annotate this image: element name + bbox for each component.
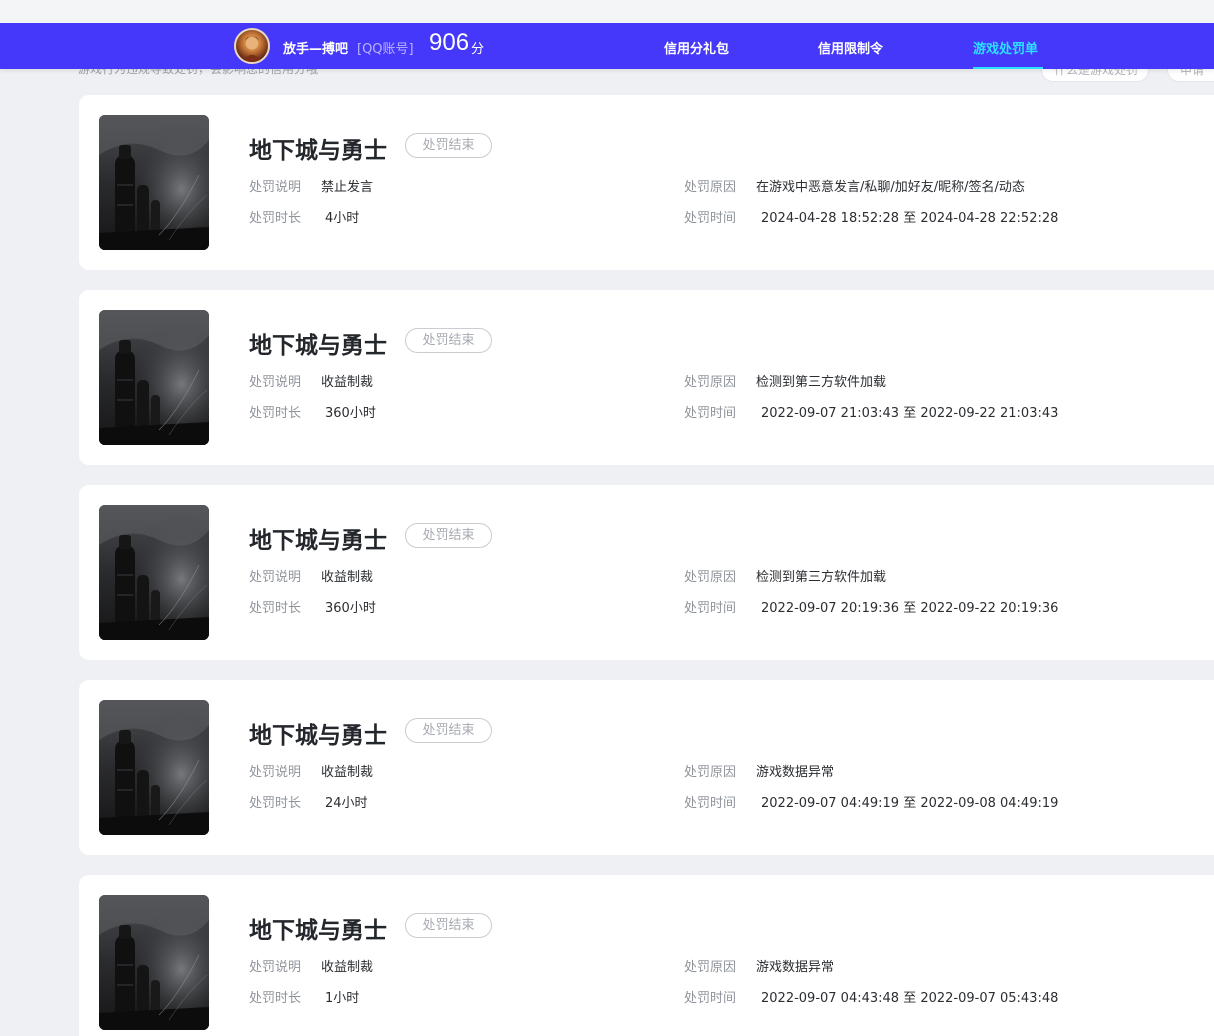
account-type-tag: [QQ账号] bbox=[357, 42, 414, 57]
duration-label: 处罚时长 bbox=[249, 601, 302, 616]
status-badge: 处罚结束 bbox=[405, 523, 492, 548]
game-title: 地下城与勇士 bbox=[249, 528, 387, 554]
game-cover-image bbox=[99, 115, 209, 250]
duration-label: 处罚时长 bbox=[249, 991, 302, 1006]
duration-value: 24小时 bbox=[325, 796, 368, 811]
top-navbar: 放手—搏吧 [QQ账号] 906 分 信用分礼包 信用限制令 游戏处罚单 bbox=[0, 23, 1214, 69]
time-label: 处罚时间 bbox=[684, 601, 737, 616]
duration-value: 1小时 bbox=[325, 991, 360, 1006]
duration-label: 处罚时长 bbox=[249, 406, 302, 421]
penalty-record-card: 地下城与勇士 处罚结束 处罚说明 收益制裁 处罚时长 360小时 处罚原因 检测… bbox=[79, 290, 1214, 465]
desc-value: 禁止发言 bbox=[321, 180, 374, 195]
desc-value: 收益制裁 bbox=[321, 765, 374, 780]
time-value: 2022-09-07 20:19:36 至 2022-09-22 20:19:3… bbox=[761, 601, 1059, 616]
desc-label: 处罚说明 bbox=[249, 570, 302, 585]
game-title: 地下城与勇士 bbox=[249, 723, 387, 749]
reason-value: 在游戏中恶意发言/私聊/加好友/昵称/签名/动态 bbox=[756, 180, 1025, 195]
status-badge: 处罚结束 bbox=[405, 328, 492, 353]
duration-value: 360小时 bbox=[325, 601, 376, 616]
browser-top-strip bbox=[0, 0, 1214, 23]
time-label: 处罚时间 bbox=[684, 406, 737, 421]
active-tab-indicator bbox=[973, 67, 1043, 69]
status-badge: 处罚结束 bbox=[405, 133, 492, 158]
reason-label: 处罚原因 bbox=[684, 570, 737, 585]
game-title: 地下城与勇士 bbox=[249, 918, 387, 944]
desc-value: 收益制裁 bbox=[321, 960, 374, 975]
time-label: 处罚时间 bbox=[684, 991, 737, 1006]
user-name: 放手—搏吧 bbox=[283, 42, 349, 57]
desc-label: 处罚说明 bbox=[249, 765, 302, 780]
desc-label: 处罚说明 bbox=[249, 180, 302, 195]
desc-value: 收益制裁 bbox=[321, 570, 374, 585]
reason-value: 检测到第三方软件加载 bbox=[756, 570, 887, 585]
reason-label: 处罚原因 bbox=[684, 765, 737, 780]
reason-label: 处罚原因 bbox=[684, 375, 737, 390]
time-value: 2022-09-07 04:49:19 至 2022-09-08 04:49:1… bbox=[761, 796, 1059, 811]
game-title: 地下城与勇士 bbox=[249, 138, 387, 164]
user-avatar[interactable] bbox=[234, 28, 270, 64]
game-cover-image bbox=[99, 895, 209, 1030]
time-label: 处罚时间 bbox=[684, 796, 737, 811]
game-cover-image bbox=[99, 310, 209, 445]
game-cover-image bbox=[99, 505, 209, 640]
penalty-record-card: 地下城与勇士 处罚结束 处罚说明 收益制裁 处罚时长 1小时 处罚原因 游戏数据… bbox=[79, 875, 1214, 1036]
duration-label: 处罚时长 bbox=[249, 211, 302, 226]
duration-value: 4小时 bbox=[325, 211, 360, 226]
game-cover-image bbox=[99, 700, 209, 835]
reason-value: 检测到第三方软件加载 bbox=[756, 375, 887, 390]
credit-score: 906 bbox=[429, 29, 470, 56]
status-badge: 处罚结束 bbox=[405, 913, 492, 938]
tab-credit-gift[interactable]: 信用分礼包 bbox=[664, 38, 729, 57]
desc-label: 处罚说明 bbox=[249, 375, 302, 390]
duration-value: 360小时 bbox=[325, 406, 376, 421]
time-value: 2022-09-07 21:03:43 至 2022-09-22 21:03:4… bbox=[761, 406, 1059, 421]
time-label: 处罚时间 bbox=[684, 211, 737, 226]
reason-value: 游戏数据异常 bbox=[756, 960, 835, 975]
desc-value: 收益制裁 bbox=[321, 375, 374, 390]
penalty-record-card: 地下城与勇士 处罚结束 处罚说明 禁止发言 处罚时长 4小时 处罚原因 在游戏中… bbox=[79, 95, 1214, 270]
desc-label: 处罚说明 bbox=[249, 960, 302, 975]
penalty-record-card: 地下城与勇士 处罚结束 处罚说明 收益制裁 处罚时长 360小时 处罚原因 检测… bbox=[79, 485, 1214, 660]
reason-value: 游戏数据异常 bbox=[756, 765, 835, 780]
credit-score-unit: 分 bbox=[471, 42, 485, 57]
tab-credit-restriction[interactable]: 信用限制令 bbox=[818, 38, 883, 57]
duration-label: 处罚时长 bbox=[249, 796, 302, 811]
tab-game-penalty[interactable]: 游戏处罚单 bbox=[973, 38, 1038, 57]
reason-label: 处罚原因 bbox=[684, 180, 737, 195]
game-title: 地下城与勇士 bbox=[249, 333, 387, 359]
time-value: 2024-04-28 18:52:28 至 2024-04-28 22:52:2… bbox=[761, 211, 1059, 226]
status-badge: 处罚结束 bbox=[405, 718, 492, 743]
time-value: 2022-09-07 04:43:48 至 2022-09-07 05:43:4… bbox=[761, 991, 1059, 1006]
reason-label: 处罚原因 bbox=[684, 960, 737, 975]
penalty-record-card: 地下城与勇士 处罚结束 处罚说明 收益制裁 处罚时长 24小时 处罚原因 游戏数… bbox=[79, 680, 1214, 855]
